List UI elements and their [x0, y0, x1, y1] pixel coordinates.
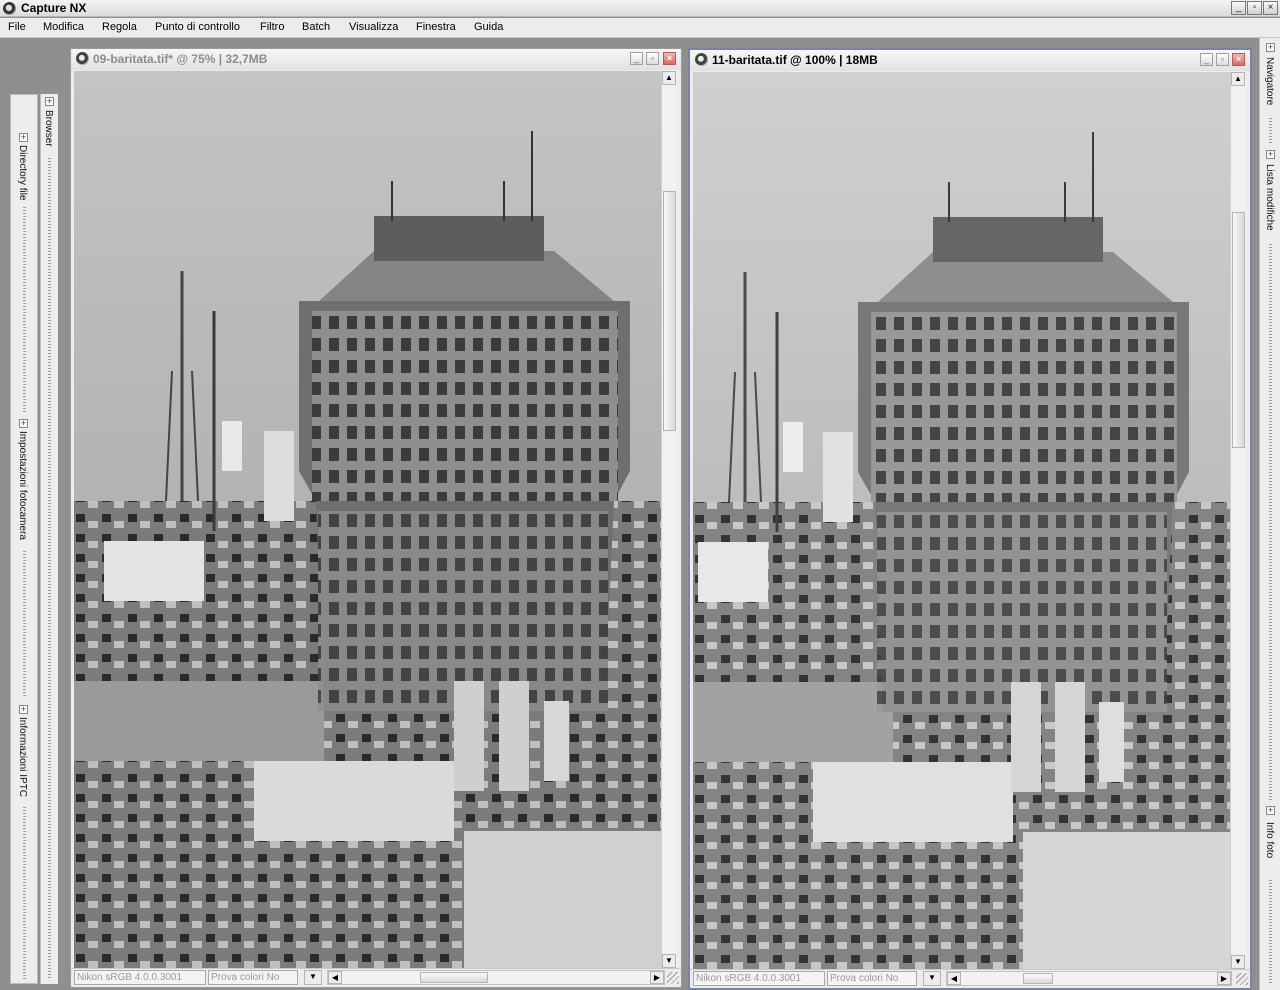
tab-info-foto[interactable]: Info foto — [1264, 822, 1275, 858]
image-window-11-baritata[interactable]: 11-baritata.tif @ 100% | 18MB _ ▫ × ▲ ▼ … — [688, 48, 1252, 990]
horizontal-scrollbar[interactable]: ◀ ▶ — [327, 970, 665, 985]
softproof-dropdown-icon[interactable]: ▼ — [923, 971, 941, 986]
window-title: 09-baritata.tif* @ 75% | 32,7MB — [93, 52, 268, 66]
photo-info-plus-icon[interactable]: + — [1266, 806, 1275, 815]
vertical-scrollbar[interactable]: ▲ ▼ — [661, 71, 677, 968]
horizontal-scroll-thumb[interactable] — [1023, 973, 1053, 984]
close-icon[interactable]: × — [1232, 53, 1245, 66]
menu-finestra[interactable]: Finestra — [416, 21, 456, 33]
menu-filtro[interactable]: Filtro — [260, 21, 284, 33]
menu-visualizza[interactable]: Visualizza — [349, 21, 398, 33]
vertical-scrollbar[interactable]: ▲ ▼ — [1230, 72, 1246, 969]
vertical-scroll-thumb[interactable] — [663, 191, 676, 431]
tab-directory-file[interactable]: Directory file — [17, 145, 28, 201]
title-bar: Capture NX _ ▫ × — [0, 0, 1280, 17]
scroll-up-icon[interactable]: ▲ — [1231, 72, 1245, 86]
color-profile-field: Nikon sRGB 4.0.0.3001 — [74, 970, 206, 985]
maximize-window-button[interactable]: ▫ — [1247, 1, 1262, 15]
left-panel-strip: + Directory file + Impostazioni fotocame… — [10, 94, 38, 984]
menu-punto-di-controllo[interactable]: Punto di controllo — [155, 21, 240, 33]
tab-impostazioni-fotocamera[interactable]: Impostazioni fotocamera — [17, 431, 28, 540]
browser-splitter[interactable] — [48, 158, 51, 978]
app-title: Capture NX — [21, 1, 87, 15]
close-window-button[interactable]: × — [1263, 1, 1278, 15]
directory-plus-icon[interactable]: + — [19, 133, 28, 142]
tab-navigatore[interactable]: Navigatore — [1264, 57, 1275, 105]
scroll-down-icon[interactable]: ▼ — [1231, 955, 1245, 969]
menu-batch[interactable]: Batch — [302, 21, 330, 33]
capture-nx-app-icon — [3, 2, 16, 15]
menu-bar: File Modifica Regola Punto di controllo … — [0, 18, 1280, 38]
camera-settings-plus-icon[interactable]: + — [19, 419, 28, 428]
browser-strip: + Browser — [40, 94, 58, 984]
resize-grip-icon[interactable] — [1236, 973, 1248, 985]
scroll-left-icon[interactable]: ◀ — [328, 971, 342, 984]
menu-regola[interactable]: Regola — [102, 21, 137, 33]
status-bar: Nikon sRGB 4.0.0.3001 Prova colori No ▼ … — [690, 969, 1250, 987]
softproof-field: Prova colori No — [827, 971, 917, 986]
window-title: 11-baritata.tif @ 100% | 18MB — [712, 53, 878, 67]
iptc-plus-icon[interactable]: + — [19, 705, 28, 714]
iptc-splitter[interactable] — [23, 807, 26, 979]
maximize-icon[interactable]: ▫ — [1216, 53, 1229, 66]
scroll-right-icon[interactable]: ▶ — [1217, 972, 1231, 985]
minimize-window-button[interactable]: _ — [1231, 1, 1246, 15]
directory-splitter[interactable] — [23, 207, 26, 413]
tab-browser[interactable]: Browser — [43, 110, 54, 147]
horizontal-scroll-thumb[interactable] — [420, 972, 488, 983]
vertical-scroll-thumb[interactable] — [1232, 212, 1245, 448]
navigator-plus-icon[interactable]: + — [1266, 43, 1275, 52]
close-icon[interactable]: × — [663, 52, 676, 65]
resize-grip-icon[interactable] — [667, 972, 679, 984]
document-icon — [695, 53, 708, 66]
milan-skyline-photo — [74, 71, 661, 968]
image-window-09-baritata[interactable]: 09-baritata.tif* @ 75% | 32,7MB _ ▫ × ▲ … — [70, 48, 682, 988]
color-profile-field: Nikon sRGB 4.0.0.3001 — [693, 971, 825, 986]
window-title-bar[interactable]: 09-baritata.tif* @ 75% | 32,7MB _ ▫ × — [71, 49, 681, 70]
photo-canvas[interactable] — [74, 71, 661, 968]
photo-canvas[interactable] — [693, 72, 1230, 969]
scroll-up-icon[interactable]: ▲ — [662, 71, 676, 85]
horizontal-scrollbar[interactable]: ◀ ▶ — [946, 971, 1232, 986]
minimize-icon[interactable]: _ — [1200, 53, 1213, 66]
photo-info-splitter[interactable] — [1269, 880, 1272, 984]
camera-settings-splitter[interactable] — [23, 551, 26, 697]
window-title-bar[interactable]: 11-baritata.tif @ 100% | 18MB _ ▫ × — [690, 50, 1250, 71]
scroll-right-icon[interactable]: ▶ — [650, 971, 664, 984]
status-bar: Nikon sRGB 4.0.0.3001 Prova colori No ▼ … — [71, 968, 681, 986]
maximize-icon[interactable]: ▫ — [646, 52, 659, 65]
menu-guida[interactable]: Guida — [474, 21, 503, 33]
softproof-field: Prova colori No — [208, 970, 298, 985]
navigator-splitter[interactable] — [1269, 118, 1272, 144]
browser-plus-icon[interactable]: + — [45, 97, 54, 106]
menu-modifica[interactable]: Modifica — [43, 21, 84, 33]
tab-informazioni-iptc[interactable]: Informazioni IPTC — [17, 717, 28, 797]
milan-skyline-photo — [693, 72, 1230, 969]
document-icon — [76, 52, 89, 65]
scroll-down-icon[interactable]: ▼ — [662, 954, 676, 968]
menu-file[interactable]: File — [8, 21, 26, 33]
edit-list-splitter[interactable] — [1269, 244, 1272, 800]
tab-lista-modifiche[interactable]: Lista modifiche — [1264, 164, 1275, 231]
right-panel-strip: + Navigatore + Lista modifiche + Info fo… — [1259, 38, 1280, 990]
softproof-dropdown-icon[interactable]: ▼ — [304, 970, 322, 985]
scroll-left-icon[interactable]: ◀ — [947, 972, 961, 985]
edit-list-plus-icon[interactable]: + — [1266, 150, 1275, 159]
minimize-icon[interactable]: _ — [630, 52, 643, 65]
